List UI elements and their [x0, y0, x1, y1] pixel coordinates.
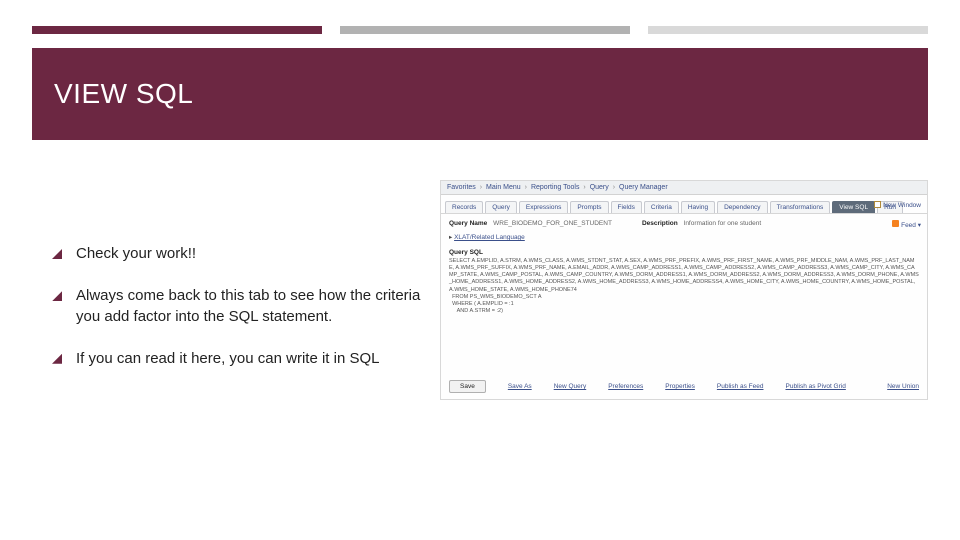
tab-having[interactable]: Having	[681, 201, 715, 213]
accent-segment-3	[648, 26, 928, 34]
link-publish-feed[interactable]: Publish as Feed	[717, 383, 764, 390]
list-item: Always come back to this tab to see how …	[52, 286, 422, 327]
crumb[interactable]: Reporting Tools	[531, 184, 580, 191]
description-value: Information for one student	[684, 220, 762, 227]
accent-segment-2	[340, 26, 630, 34]
save-button[interactable]: Save	[449, 380, 486, 393]
action-bar: Save Save As New Query Preferences Prope…	[449, 380, 919, 393]
bullet-text: If you can read it here, you can write i…	[76, 349, 380, 369]
feed-icon	[892, 220, 899, 227]
xlat-link[interactable]: ▸ XLAT/Related Language	[441, 233, 927, 241]
tab-row: Records Query Expressions Prompts Fields…	[441, 195, 927, 214]
query-meta: Query Name WRE_BIODEMO_FOR_ONE_STUDENT D…	[441, 214, 927, 229]
new-window-icon	[874, 201, 881, 208]
tab-criteria[interactable]: Criteria	[644, 201, 679, 213]
link-properties[interactable]: Properties	[665, 383, 695, 390]
feed-link[interactable]: Feed ▾	[892, 220, 921, 229]
crumb[interactable]: Main Menu	[486, 184, 521, 191]
link-save-as[interactable]: Save As	[508, 383, 532, 390]
bullet-text: Always come back to this tab to see how …	[76, 286, 422, 327]
tab-prompts[interactable]: Prompts	[570, 201, 608, 213]
link-new-query[interactable]: New Query	[554, 383, 587, 390]
query-name-label: Query Name	[449, 220, 487, 227]
tab-fields[interactable]: Fields	[611, 201, 642, 213]
sql-text: SELECT A.EMPLID, A.STRM, A.WMS_CLASS, A.…	[441, 258, 927, 315]
crumb[interactable]: Query Manager	[619, 184, 668, 191]
tab-records[interactable]: Records	[445, 201, 483, 213]
link-preferences[interactable]: Preferences	[608, 383, 643, 390]
link-new-union[interactable]: New Union	[887, 383, 919, 390]
bullet-list: Check your work!! Always come back to th…	[32, 180, 422, 400]
tab-query[interactable]: Query	[485, 201, 517, 213]
new-window-link[interactable]: New Window	[874, 201, 921, 209]
screenshot-panel: Favorites › Main Menu › Reporting Tools …	[440, 180, 928, 400]
breadcrumb: Favorites › Main Menu › Reporting Tools …	[441, 181, 927, 195]
tab-expressions[interactable]: Expressions	[519, 201, 568, 213]
query-name-value: WRE_BIODEMO_FOR_ONE_STUDENT	[493, 220, 612, 227]
tab-view-sql[interactable]: View SQL	[832, 201, 875, 213]
bullet-icon	[52, 249, 62, 259]
query-sql-label: Query SQL	[441, 241, 927, 258]
tab-dependency[interactable]: Dependency	[717, 201, 768, 213]
title-bar: VIEW SQL	[32, 48, 928, 140]
link-publish-pivot[interactable]: Publish as Pivot Grid	[786, 383, 846, 390]
page-title: VIEW SQL	[54, 78, 193, 110]
bullet-text: Check your work!!	[76, 244, 196, 264]
list-item: Check your work!!	[52, 244, 422, 264]
bullet-icon	[52, 354, 62, 364]
bullet-icon	[52, 291, 62, 301]
accent-segment-1	[32, 26, 322, 34]
content-area: Check your work!! Always come back to th…	[32, 180, 928, 400]
tab-transformations[interactable]: Transformations	[770, 201, 831, 213]
list-item: If you can read it here, you can write i…	[52, 349, 422, 369]
crumb[interactable]: Query	[590, 184, 609, 191]
description-label: Description	[642, 220, 678, 227]
crumb[interactable]: Favorites	[447, 184, 476, 191]
